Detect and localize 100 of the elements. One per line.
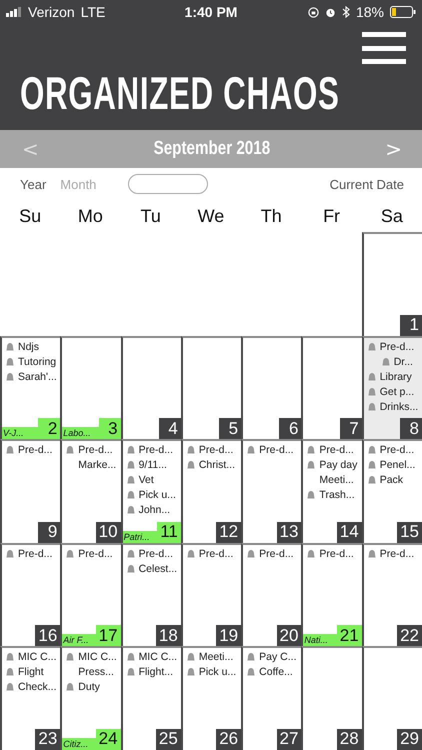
weekday-label: We (196, 206, 226, 226)
day-cell[interactable]: Labo... 3 (60, 336, 121, 440)
event-title[interactable]: Pay C... (259, 651, 296, 664)
event-title[interactable]: Pre-d... (380, 444, 414, 456)
day-cell[interactable]: MIC C... Press... Duty Citiz... 24 (60, 646, 121, 750)
day-cell[interactable]: Pre-d... Dr... Library Get p... Drinks... 8 (362, 336, 422, 440)
event-title[interactable]: Pre-d... (319, 444, 354, 456)
event-title[interactable]: Drinks... (380, 400, 418, 413)
event-title[interactable]: Duty (78, 681, 100, 694)
day-cell[interactable]: 1 (362, 232, 422, 336)
weekday-label: Sa (380, 206, 404, 226)
day-cell[interactable]: 7 (301, 336, 362, 440)
event-title[interactable]: MIC C... (138, 651, 178, 664)
event-title[interactable]: Pre-d... (380, 548, 414, 560)
event-title[interactable]: Press... (78, 666, 114, 678)
event-title[interactable]: Pre-d... (380, 340, 414, 353)
event-title[interactable]: Penel... (380, 459, 416, 472)
event-title[interactable]: Flight (18, 666, 44, 678)
day-cell[interactable]: MIC C... Flight... 25 (120, 646, 181, 750)
event-title[interactable]: Pre-d... (138, 444, 173, 456)
day-cell[interactable]: Pre-d... Air F... 17 (60, 542, 121, 646)
day-number: 25 (156, 728, 181, 750)
event-title[interactable]: Pre-d... (18, 548, 52, 560)
event-title[interactable]: Pay day (319, 459, 358, 472)
event-title[interactable]: Pre-d... (78, 444, 113, 456)
event-title[interactable]: Celest... (138, 562, 178, 575)
alarm-icon (324, 6, 336, 18)
day-cell[interactable]: Pre-d... Pay day Meeti... Trash... 14 (301, 439, 362, 543)
event-title[interactable]: Sarah'... (18, 370, 57, 383)
event-title[interactable]: Meeti... (319, 474, 354, 486)
day-cell[interactable]: Pre-d... Nati... 21 (301, 542, 362, 646)
event-icon (126, 460, 136, 470)
view-tab[interactable]: Year (20, 176, 46, 192)
event-title[interactable]: Dr... (394, 356, 413, 368)
day-cell[interactable]: 4 (120, 336, 181, 440)
event-title[interactable]: MIC C... (78, 651, 117, 664)
event-title[interactable]: Trash... (319, 489, 355, 502)
event-icon (126, 652, 136, 662)
event-icon (380, 356, 391, 367)
event-title[interactable]: Pre-d... (259, 548, 294, 560)
day-cell[interactable]: 5 (180, 336, 242, 440)
day-cell[interactable]: Meeti... Pick u... 26 (180, 646, 242, 750)
event-title[interactable]: Marke... (78, 459, 116, 472)
day-cell[interactable]: Pre-d... Marke... 10 (60, 439, 121, 543)
event-title[interactable]: Vet (138, 474, 154, 486)
day-cell[interactable]: Pre-d... 9 (0, 439, 60, 543)
event-title[interactable]: Pre-d... (198, 444, 234, 456)
event-title[interactable]: Meeti... (198, 651, 234, 664)
day-cell[interactable]: 6 (241, 336, 302, 440)
event-title[interactable]: Flight... (138, 666, 173, 678)
event-title[interactable]: Coffe... (259, 666, 293, 678)
event-icon (5, 372, 15, 382)
day-cell[interactable]: Pre-d... 20 (241, 542, 302, 646)
event-title[interactable]: Pre-d... (138, 548, 173, 560)
event-title[interactable]: Ndjs (18, 340, 40, 353)
event-icon (366, 460, 377, 470)
event-title[interactable]: Pre-d... (319, 548, 354, 560)
day-cell[interactable]: Pre-d... 13 (241, 439, 302, 543)
event-title[interactable]: 9/11... (138, 459, 167, 472)
signal-icon (6, 7, 22, 17)
current-date-button[interactable]: Current Date (330, 176, 404, 192)
day-cell[interactable]: MIC C... Flight Check... 23 (0, 646, 60, 750)
event-title[interactable]: Christ... (198, 459, 236, 472)
event-icon (186, 548, 196, 559)
event-icon (5, 356, 15, 367)
event-title[interactable]: Pack (380, 474, 404, 486)
event-title[interactable]: Tutoring (18, 356, 56, 368)
event-title[interactable]: Pre-d... (198, 548, 234, 560)
event-title[interactable]: Get p... (380, 386, 414, 398)
day-number: 20 (276, 625, 302, 646)
day-number: 15 (397, 522, 422, 543)
day-cell[interactable]: Pre-d... Penel... Pack 15 (362, 439, 422, 543)
day-cell[interactable]: 28 (301, 646, 362, 750)
day-number: 9 (38, 522, 60, 543)
day-cell[interactable]: Pay C... Coffe... 27 (241, 646, 302, 750)
day-cell[interactable]: Pre-d... 19 (180, 542, 242, 646)
month-title: September 2018 (154, 138, 270, 160)
event-title[interactable]: Pick u... (198, 666, 236, 678)
day-cell[interactable]: Pre-d... 9/11... Vet Pick u... John... Patri... 11 (120, 439, 181, 543)
day-cell[interactable]: Pre-d... Christ... 12 (180, 439, 242, 543)
menu-button[interactable] (362, 32, 406, 64)
day-number: 27 (276, 728, 302, 750)
event-icon (366, 372, 377, 382)
day-cell[interactable]: 29 (362, 646, 422, 750)
bluetooth-icon (342, 6, 350, 18)
day-cell[interactable]: Pre-d... Celest... 18 (120, 542, 181, 646)
day-number: 18 (156, 625, 181, 646)
weekday-label: Th (260, 206, 283, 226)
event-title[interactable]: Library (380, 370, 412, 383)
pill-field[interactable] (128, 174, 208, 194)
day-cell[interactable]: Pre-d... 22 (362, 542, 422, 646)
event-title[interactable]: Pick u... (138, 489, 176, 502)
event-title[interactable]: John... (138, 504, 170, 516)
event-title[interactable]: Pre-d... (259, 444, 294, 456)
event-title[interactable]: Pre-d... (78, 548, 113, 560)
event-title[interactable]: Pre-d... (18, 444, 52, 456)
event-title[interactable]: Check... (18, 681, 57, 694)
day-cell[interactable]: Ndjs Tutoring Sarah'... V-J... 2 (0, 336, 60, 440)
event-title[interactable]: MIC C... (18, 651, 56, 664)
day-cell[interactable]: Pre-d... 16 (0, 542, 60, 646)
